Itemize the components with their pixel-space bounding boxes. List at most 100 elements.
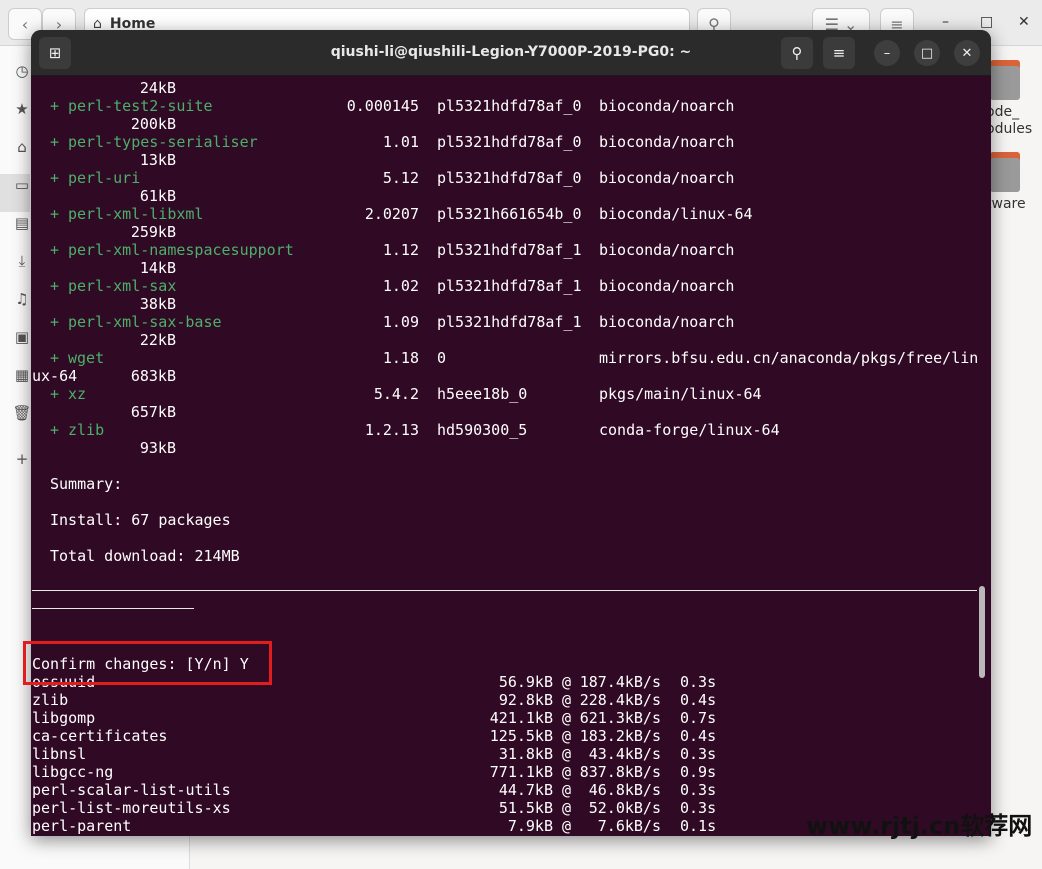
minimize-button[interactable]: –	[874, 40, 900, 66]
plus-marker: +	[50, 169, 60, 187]
package-size-row: 61kB	[31, 187, 983, 205]
minimize-icon[interactable]: –	[942, 14, 949, 30]
plus-marker: +	[50, 133, 60, 151]
channel-wrap: ux-64	[32, 367, 78, 385]
download-speed: 7.6kB/s	[597, 817, 661, 835]
starred-icon[interactable]: ★	[12, 100, 32, 120]
plus-marker: +	[50, 349, 60, 367]
summary-label: Summary:	[31, 475, 983, 493]
add-location-icon[interactable]: +	[12, 450, 32, 470]
menu-button[interactable]: ≡	[823, 37, 855, 69]
package-build: hd590300_5	[437, 421, 528, 439]
download-row: libgcc-ng 771.1kB @837.8kB/s 0.9s	[31, 763, 983, 781]
download-size: 771.1kB	[489, 763, 553, 781]
download-name: perl-list-moreutils-xs	[32, 799, 231, 817]
package-name: perl-xml-libxml	[68, 205, 204, 223]
download-row: libgomp 421.1kB @621.3kB/s 0.7s	[31, 709, 983, 727]
at-separator: @	[562, 673, 572, 691]
package-channel: conda-forge/linux-64	[599, 421, 780, 439]
download-time: 0.3s	[680, 673, 717, 691]
package-channel: bioconda/noarch	[599, 97, 735, 115]
recent-icon[interactable]: ◷	[12, 62, 32, 82]
download-name: libnsl	[32, 745, 87, 763]
maximize-button[interactable]: □	[914, 40, 940, 66]
package-size: 200kB	[130, 115, 176, 133]
search-button[interactable]: ⚲	[781, 37, 813, 69]
downloads-icon[interactable]: ⤓	[12, 252, 32, 272]
desktop-icon[interactable]: ▭	[12, 176, 32, 196]
download-name: ca-certificates	[32, 727, 168, 745]
download-time: 0.7s	[680, 709, 717, 727]
at-separator: @	[562, 709, 572, 727]
package-row: + perl-uri 5.12 pl5321hdfd78af_0 bioconda/no…	[31, 169, 983, 187]
package-name: wget	[68, 349, 105, 367]
close-button[interactable]: ✕	[954, 40, 980, 66]
package-name: zlib	[68, 421, 105, 439]
install-line: Install: 67 packages	[31, 511, 983, 529]
chevron-left-icon: ‹	[21, 14, 29, 34]
package-build: pl5321hdfd78af_1	[437, 241, 582, 259]
package-size: 683kB	[130, 367, 176, 385]
plus-marker: +	[50, 313, 60, 331]
package-size-row: 657kB	[31, 403, 983, 421]
package-row: + perl-types-serialiser 1.01 pl5321hdfd78af…	[31, 133, 983, 151]
terminal-scrollbar[interactable]	[979, 586, 985, 678]
package-size-row: 22kB	[31, 331, 983, 349]
package-row: + perl-xml-sax 1.02 pl5321hdfd78af_1 biocond…	[31, 277, 983, 295]
at-separator: @	[562, 745, 572, 763]
download-name: zlib	[32, 691, 69, 709]
package-channel: mirrors.bfsu.edu.cn/anaconda/pkgs/free/l…	[599, 349, 979, 367]
trash-icon[interactable]: 🗑	[12, 404, 32, 424]
minimize-icon: –	[883, 45, 891, 61]
terminal-window: ⊞ qiushi-li@qiushili-Legion-Y7000P-2019-…	[31, 30, 991, 836]
package-size-row: 24kB	[31, 79, 983, 97]
music-icon[interactable]: ♫	[12, 290, 32, 310]
total-download-line: Total download: 214MB	[31, 547, 983, 565]
package-size: 259kB	[130, 223, 176, 241]
package-version: 0.000145	[346, 97, 419, 115]
package-row: + perl-xml-sax-base 1.09 pl5321hdfd78af_1 bi…	[31, 313, 983, 331]
package-name: perl-uri	[68, 169, 141, 187]
package-size: 38kB	[139, 295, 176, 313]
package-row: + zlib 1.2.13 hd590300_5 conda-forge/linux-6…	[31, 421, 983, 439]
close-icon: ✕	[961, 45, 973, 61]
plus-marker: +	[50, 277, 60, 295]
package-version: 1.02	[382, 277, 419, 295]
package-version: 5.12	[382, 169, 419, 187]
download-name: perl-parent	[32, 817, 132, 835]
pictures-icon[interactable]: ▣	[12, 328, 32, 348]
terminal-output[interactable]: 24kB + perl-test2-suite 0.000145 pl5321hdfd7…	[31, 76, 983, 836]
download-speed: 43.4kB/s	[588, 745, 661, 763]
download-speed: 183.2kB/s	[579, 727, 661, 745]
package-channel: bioconda/noarch	[599, 313, 735, 331]
package-version: 1.09	[382, 313, 419, 331]
download-time: 0.4s	[680, 727, 717, 745]
download-speed: 621.3kB/s	[579, 709, 661, 727]
package-row: + xz 5.4.2 h5eee18b_0 pkgs/main/linux-64	[31, 385, 983, 403]
package-name: perl-xml-sax-base	[68, 313, 222, 331]
download-time: 0.4s	[680, 691, 717, 709]
package-build: pl5321hdfd78af_0	[437, 97, 582, 115]
folder-icon[interactable]	[990, 152, 1020, 192]
folder-icon[interactable]	[990, 60, 1020, 100]
close-icon[interactable]: ✕	[1018, 14, 1030, 30]
package-build: pl5321hdfd78af_1	[437, 313, 582, 331]
package-version: 1.18	[382, 349, 419, 367]
plus-marker: +	[50, 205, 60, 223]
package-size-row: 13kB	[31, 151, 983, 169]
maximize-icon[interactable]: □	[980, 14, 993, 30]
download-speed: 837.8kB/s	[579, 763, 661, 781]
download-time: 0.3s	[680, 799, 717, 817]
documents-icon[interactable]: ▤	[12, 214, 32, 234]
download-speed: 52.0kB/s	[588, 799, 661, 817]
download-row: zlib 92.8kB @228.4kB/s 0.4s	[31, 691, 983, 709]
at-separator: @	[562, 781, 572, 799]
home-icon[interactable]: ⌂	[12, 138, 32, 158]
package-channel: bioconda/noarch	[599, 277, 735, 295]
download-row: perl-scalar-list-utils 44.7kB @46.8kB/s 0.3…	[31, 781, 983, 799]
separator-line	[32, 590, 977, 591]
download-time: 0.3s	[680, 781, 717, 799]
new-tab-button[interactable]: ⊞	[39, 37, 71, 69]
download-time: 0.9s	[680, 763, 717, 781]
videos-icon[interactable]: ▦	[12, 366, 32, 386]
